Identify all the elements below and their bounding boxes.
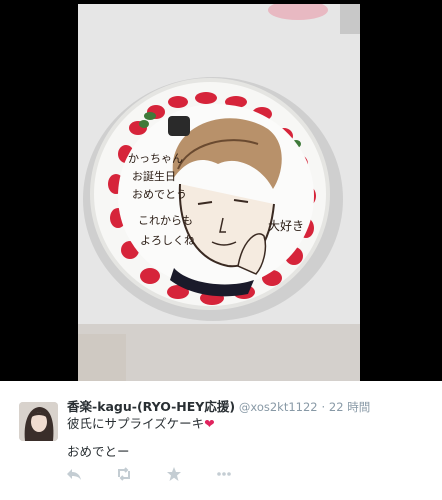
tweet-header: 香楽-kagu-(RYO-HEY応援) @xos2kt1122 · 22 時間: [67, 398, 370, 416]
avatar-image: [19, 402, 58, 441]
avatar[interactable]: [19, 402, 58, 441]
timestamp[interactable]: 22 時間: [329, 400, 370, 414]
reply-icon[interactable]: [66, 466, 82, 482]
cake-message-line: かっちゃん: [128, 152, 183, 165]
heart-emoji: ❤: [204, 416, 215, 431]
cake-message-line: お誕生日: [132, 169, 176, 183]
favorite-icon[interactable]: [166, 466, 182, 482]
tweet-text-line-1: 彼氏にサプライズケーキ❤: [67, 415, 215, 433]
media-viewer: かっちゃん お誕生日 おめでとう これからも よろしくね 大好き: [0, 0, 442, 381]
cake-message-line: よろしくね: [140, 234, 195, 247]
user-handle[interactable]: @xos2kt1122: [239, 400, 318, 414]
retweet-icon[interactable]: [116, 466, 132, 482]
display-name[interactable]: 香楽-kagu-(RYO-HEY応援): [67, 399, 235, 414]
tweet-text: 彼氏にサプライズケーキ: [67, 416, 205, 431]
more-icon[interactable]: [216, 466, 232, 482]
cake-signature: 大好き: [268, 219, 304, 233]
cake-illustration: かっちゃん お誕生日 おめでとう これからも よろしくね 大好き: [78, 4, 360, 381]
tweet-actions: [66, 466, 266, 482]
cake-message-line: おめでとう: [132, 188, 187, 201]
tweet-text-line-2: おめでとー: [67, 444, 130, 459]
cake-photo[interactable]: かっちゃん お誕生日 おめでとう これからも よろしくね 大好き: [78, 4, 360, 381]
separator-dot: ·: [321, 400, 326, 414]
cake-message-line: これからも: [138, 214, 193, 227]
